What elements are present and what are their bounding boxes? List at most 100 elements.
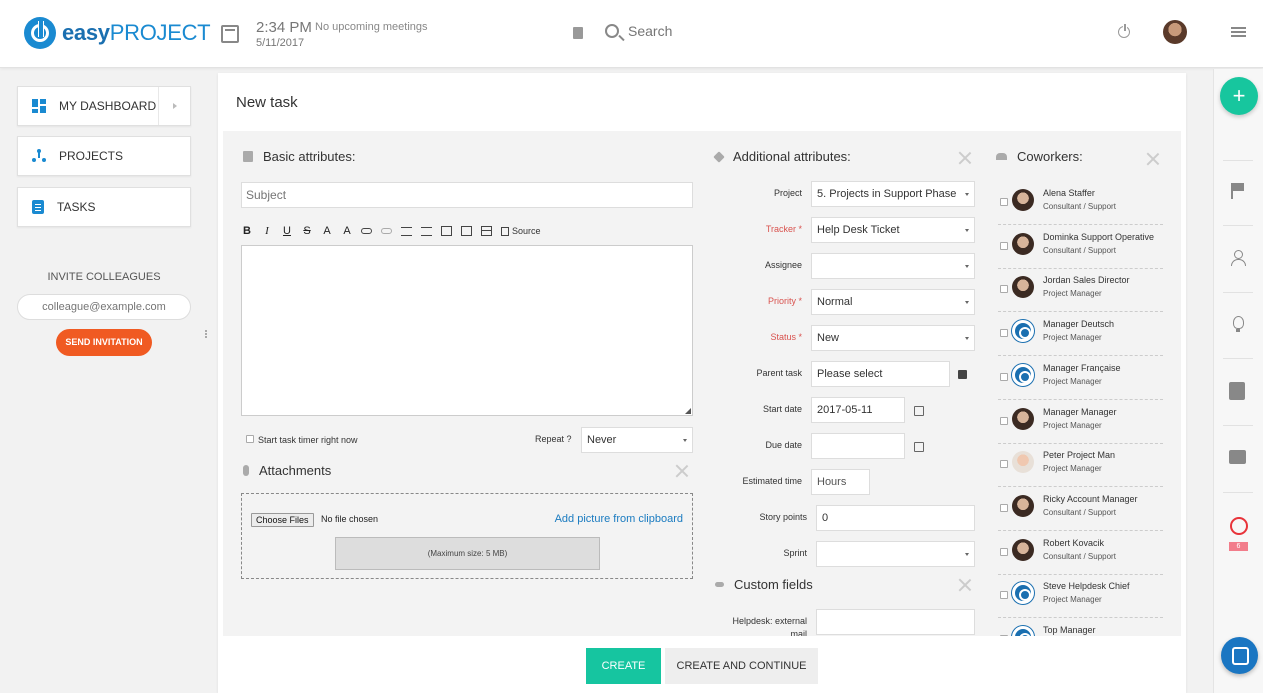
tasks-icon <box>32 200 44 214</box>
resize-handle[interactable] <box>205 330 207 332</box>
coworker-checkbox[interactable] <box>1000 547 1008 556</box>
close-icon[interactable] <box>958 578 972 592</box>
link-icon[interactable] <box>361 228 372 234</box>
parent-task-value: Please select <box>817 368 883 380</box>
add-parent-icon[interactable] <box>958 370 967 379</box>
underline-button[interactable]: U <box>281 225 293 237</box>
paste-icon[interactable] <box>461 226 472 236</box>
create-and-continue-button[interactable]: CREATE AND CONTINUE <box>665 648 818 684</box>
close-icon[interactable] <box>675 464 689 478</box>
background-color-button[interactable]: A <box>341 225 353 237</box>
calendar-icon[interactable] <box>221 25 239 43</box>
helpdesk-mail-input[interactable] <box>816 609 975 635</box>
coworker-checkbox[interactable] <box>1000 503 1008 512</box>
timer-checkbox[interactable] <box>246 435 254 443</box>
sidebar-item-projects[interactable]: PROJECTS <box>17 136 191 176</box>
coworker-avatar <box>1012 320 1034 343</box>
parent-task-input[interactable]: Please select <box>811 361 950 387</box>
story-points-input[interactable]: 0 <box>816 505 975 531</box>
trash-icon[interactable] <box>573 27 583 39</box>
create-button[interactable]: CREATE <box>586 648 661 684</box>
coworker-role: Project Manager <box>1043 595 1102 605</box>
project-select[interactable]: 5. Projects in Support Phase <box>811 181 975 207</box>
custom-fields-title: Custom fields <box>734 577 813 592</box>
add-button[interactable]: + <box>1220 77 1258 115</box>
resize-handle-icon[interactable] <box>685 408 691 414</box>
chat-support-button[interactable] <box>1221 637 1258 674</box>
calendar-icon[interactable] <box>914 406 924 416</box>
start-date-input[interactable]: 2017-05-11 <box>811 397 905 423</box>
coworker-avatar <box>1012 407 1034 430</box>
search-input[interactable] <box>628 23 828 39</box>
story-points-value: 0 <box>822 512 829 524</box>
close-icon[interactable] <box>1146 152 1160 166</box>
coworker-role: Consultant / Support <box>1043 245 1116 255</box>
coworker-avatar <box>1012 582 1034 605</box>
coworker-checkbox[interactable] <box>1000 285 1008 294</box>
numbered-list-icon[interactable] <box>401 226 412 236</box>
hamburger-menu-icon[interactable] <box>1231 27 1246 29</box>
strikethrough-button[interactable]: S <box>301 225 313 237</box>
choose-files-button[interactable]: Choose Files <box>251 513 314 527</box>
coworker-checkbox[interactable] <box>1000 635 1008 636</box>
lightbulb-icon[interactable] <box>1229 316 1247 334</box>
user-icon[interactable] <box>1229 249 1247 267</box>
coworker-checkbox[interactable] <box>1000 329 1008 338</box>
unlink-icon[interactable] <box>381 228 392 234</box>
font-color-button[interactable]: A <box>321 225 333 237</box>
subject-input[interactable] <box>241 182 693 208</box>
clipboard-icon[interactable] <box>1229 382 1245 400</box>
due-date-input[interactable] <box>811 433 905 459</box>
user-avatar[interactable] <box>1163 20 1187 44</box>
description-editor[interactable] <box>241 245 693 416</box>
status-select[interactable]: New <box>811 325 975 351</box>
calendar-icon[interactable] <box>914 442 924 452</box>
tag-icon <box>713 150 725 163</box>
attachment-dropzone[interactable]: Choose Files No file chosen Add picture … <box>241 493 693 579</box>
sidebar-item-dashboard[interactable]: MY DASHBOARD <box>17 86 191 126</box>
close-icon[interactable] <box>958 151 972 165</box>
task-form: Basic attributes: B I U S A A Source Sta… <box>223 131 1181 636</box>
tracker-select[interactable]: Help Desk Ticket <box>811 217 975 243</box>
attachments-title: Attachments <box>259 463 332 478</box>
max-size-box[interactable]: (Maximum size: 5 MB) <box>335 537 600 570</box>
invite-email-input[interactable] <box>17 294 191 320</box>
sidebar-item-label: TASKS <box>57 200 96 214</box>
sidebar-item-tasks[interactable]: TASKS <box>17 187 191 227</box>
send-invitation-button[interactable]: SEND INVITATION <box>56 329 152 356</box>
coworker-role: Project Manager <box>1043 420 1102 430</box>
coworker-role: Consultant / Support <box>1043 551 1116 561</box>
alarm-icon[interactable] <box>1229 516 1248 535</box>
add-from-clipboard-link[interactable]: Add picture from clipboard <box>555 513 683 525</box>
coworker-avatar <box>1012 538 1034 561</box>
coworker-checkbox[interactable] <box>1000 241 1008 250</box>
assignee-select[interactable] <box>811 253 975 279</box>
power-icon[interactable] <box>1118 24 1130 38</box>
coworker-checkbox[interactable] <box>1000 416 1008 425</box>
coworkers-title: Coworkers: <box>1017 149 1083 164</box>
sprint-select[interactable] <box>816 541 975 567</box>
source-button[interactable]: Source <box>501 226 541 236</box>
image-icon[interactable] <box>441 226 452 236</box>
chevron-right-icon[interactable] <box>158 87 190 125</box>
chat-icon[interactable] <box>1229 450 1246 464</box>
coworker-checkbox[interactable] <box>1000 372 1008 381</box>
estimated-time-input[interactable]: Hours <box>811 469 870 495</box>
bold-button[interactable]: B <box>241 225 253 237</box>
table-icon[interactable] <box>481 226 492 236</box>
repeat-select[interactable]: Never <box>581 427 693 453</box>
coworker-checkbox[interactable] <box>1000 460 1008 469</box>
coworker-name: Peter Project Man <box>1043 450 1116 461</box>
italic-button[interactable]: I <box>261 225 273 237</box>
priority-select[interactable]: Normal <box>811 289 975 315</box>
coworker-checkbox[interactable] <box>1000 591 1008 600</box>
divider <box>1223 358 1253 359</box>
app-logo[interactable]: easyPROJECT <box>24 17 211 49</box>
search-icon[interactable] <box>605 24 619 38</box>
flag-icon[interactable] <box>1229 182 1247 200</box>
basic-attributes-header: Basic attributes: <box>243 149 356 164</box>
coworker-checkbox[interactable] <box>1000 198 1008 206</box>
timer-label: Start task timer right now <box>258 435 358 445</box>
due-date-label: Due date <box>765 440 802 450</box>
bulleted-list-icon[interactable] <box>421 226 432 236</box>
